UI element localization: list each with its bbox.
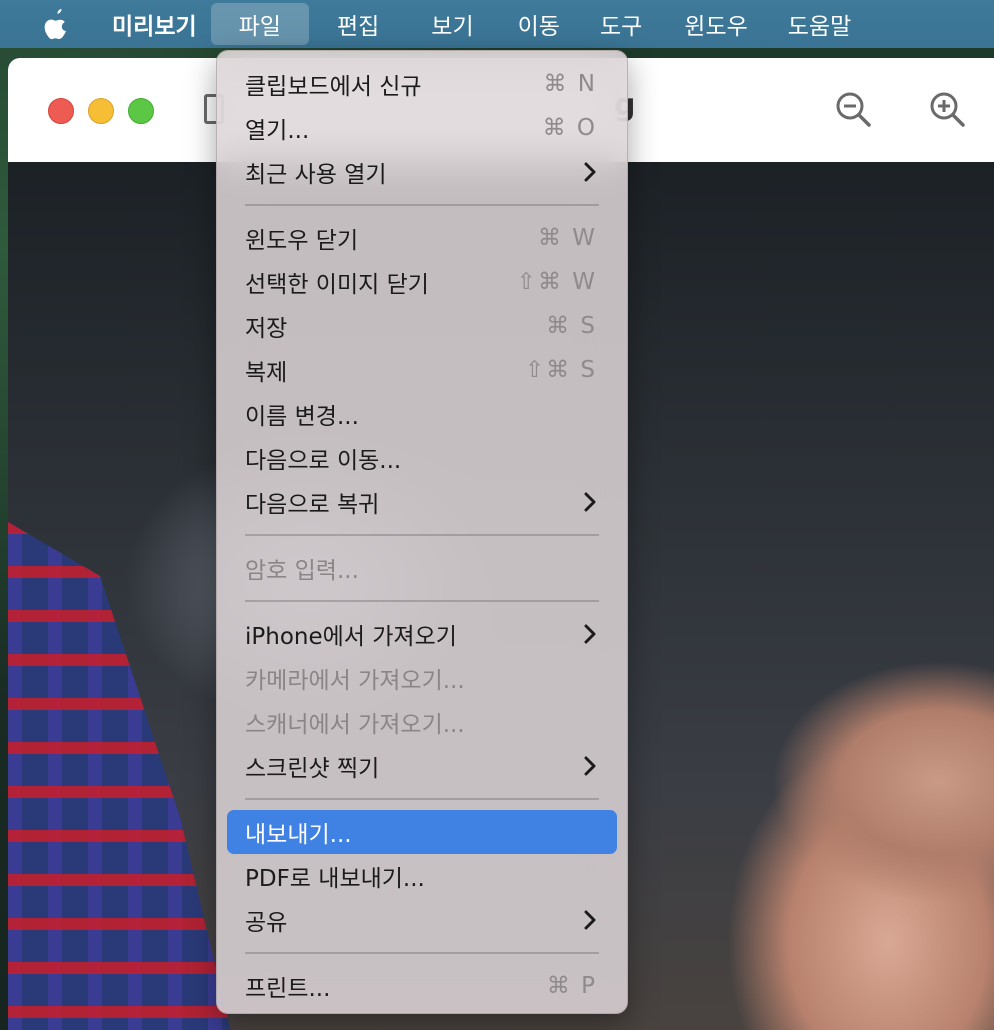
- menu-item[interactable]: 내보내기...: [227, 810, 617, 854]
- file-menu-dropdown: 클립보드에서 신규 ⌘ N 열기... ⌘ O 최근 사용 열기윈도우 닫기 ⌘ W 선택한…: [216, 50, 628, 1014]
- menu-item[interactable]: 저장 ⌘ S: [217, 304, 627, 348]
- keyboard-shortcut: ⌘ O: [542, 115, 597, 141]
- keyboard-shortcut: ⌘ W: [537, 225, 597, 251]
- menu-item[interactable]: 다음으로 복귀: [217, 480, 627, 524]
- menu-item-label: 카메라에서 가져오기...: [245, 668, 465, 694]
- menu-view[interactable]: 보기: [407, 0, 497, 48]
- menu-separator: [245, 534, 599, 536]
- menu-item[interactable]: 스크린샷 찍기: [217, 744, 627, 788]
- zoom-window-button[interactable]: [128, 98, 154, 124]
- menu-separator: [245, 204, 599, 206]
- menu-item: 암호 입력...: [217, 546, 627, 590]
- keyboard-shortcut: ⌘ S: [546, 313, 597, 339]
- submenu-chevron-icon: [584, 624, 596, 644]
- menu-file[interactable]: 파일: [210, 3, 309, 45]
- menu-item[interactable]: 클립보드에서 신규 ⌘ N: [217, 62, 627, 106]
- menu-item-label: 스크린샷 찍기: [245, 756, 380, 782]
- menu-separator: [245, 600, 599, 602]
- keyboard-shortcut: ⌘ N: [543, 71, 597, 97]
- submenu-chevron-icon: [584, 492, 596, 512]
- menu-item[interactable]: 다음으로 이동...: [217, 436, 627, 480]
- close-window-button[interactable]: [48, 98, 74, 124]
- zoom-in-icon[interactable]: [928, 90, 968, 130]
- menu-item[interactable]: 공유: [217, 898, 627, 942]
- menu-item[interactable]: 선택한 이미지 닫기 ⇧⌘ W: [217, 260, 627, 304]
- menu-bar: 미리보기 파일 편집 보기 이동 도구 윈도우 도움말: [0, 0, 994, 48]
- menu-item-label: iPhone에서 가져오기: [245, 624, 457, 650]
- menu-item[interactable]: 복제 ⇧⌘ S: [217, 348, 627, 392]
- plaid-shirt-image-region: [8, 522, 238, 1030]
- menu-separator: [245, 798, 599, 800]
- menu-tools[interactable]: 도구: [580, 0, 662, 48]
- keyboard-shortcut: ⇧⌘ S: [524, 357, 597, 383]
- zoom-out-icon[interactable]: [834, 90, 874, 130]
- menu-item-label: 스캐너에서 가져오기...: [245, 712, 465, 738]
- keyboard-shortcut: ⌘ P: [546, 973, 597, 999]
- menu-item-label: 복제: [245, 360, 288, 386]
- submenu-chevron-icon: [584, 910, 596, 930]
- minimize-window-button[interactable]: [88, 98, 114, 124]
- menu-item-label: PDF로 내보내기...: [245, 866, 425, 892]
- keyboard-shortcut: ⇧⌘ W: [516, 269, 597, 295]
- menu-item-label: 암호 입력...: [245, 558, 359, 584]
- menu-item-label: 다음으로 이동...: [245, 448, 402, 474]
- menu-item-label: 공유: [245, 910, 288, 936]
- menu-item[interactable]: PDF로 내보내기...: [217, 854, 627, 898]
- menu-item-label: 프린트...: [245, 976, 331, 1002]
- apple-logo-icon[interactable]: [26, 0, 86, 48]
- menu-item-label: 내보내기...: [245, 822, 352, 848]
- menu-item[interactable]: 프린트... ⌘ P: [217, 964, 627, 1008]
- menu-item-label: 이름 변경...: [245, 404, 359, 430]
- menu-help[interactable]: 도움말: [770, 0, 869, 48]
- menu-item: 카메라에서 가져오기...: [217, 656, 627, 700]
- menu-item[interactable]: iPhone에서 가져오기: [217, 612, 627, 656]
- menu-item-label: 선택한 이미지 닫기: [245, 272, 429, 298]
- menu-edit[interactable]: 편집: [309, 0, 407, 48]
- submenu-chevron-icon: [584, 162, 596, 182]
- app-name-menu[interactable]: 미리보기: [112, 7, 197, 41]
- menu-item-label: 다음으로 복귀: [245, 492, 380, 518]
- menu-item: 스캐너에서 가져오기...: [217, 700, 627, 744]
- menu-go[interactable]: 이동: [498, 0, 580, 48]
- menu-item-label: 저장: [245, 316, 288, 342]
- menu-separator: [245, 952, 599, 954]
- menu-item-label: 최근 사용 열기: [245, 162, 387, 188]
- menu-item-label: 클립보드에서 신규: [245, 74, 422, 100]
- menu-item[interactable]: 윈도우 닫기 ⌘ W: [217, 216, 627, 260]
- menu-item-label: 윈도우 닫기: [245, 228, 359, 254]
- menu-window[interactable]: 윈도우: [662, 0, 769, 48]
- menu-item-label: 열기...: [245, 118, 310, 144]
- menu-item[interactable]: 열기... ⌘ O: [217, 106, 627, 150]
- submenu-chevron-icon: [584, 756, 596, 776]
- menu-item[interactable]: 이름 변경...: [217, 392, 627, 436]
- menu-item[interactable]: 최근 사용 열기: [217, 150, 627, 194]
